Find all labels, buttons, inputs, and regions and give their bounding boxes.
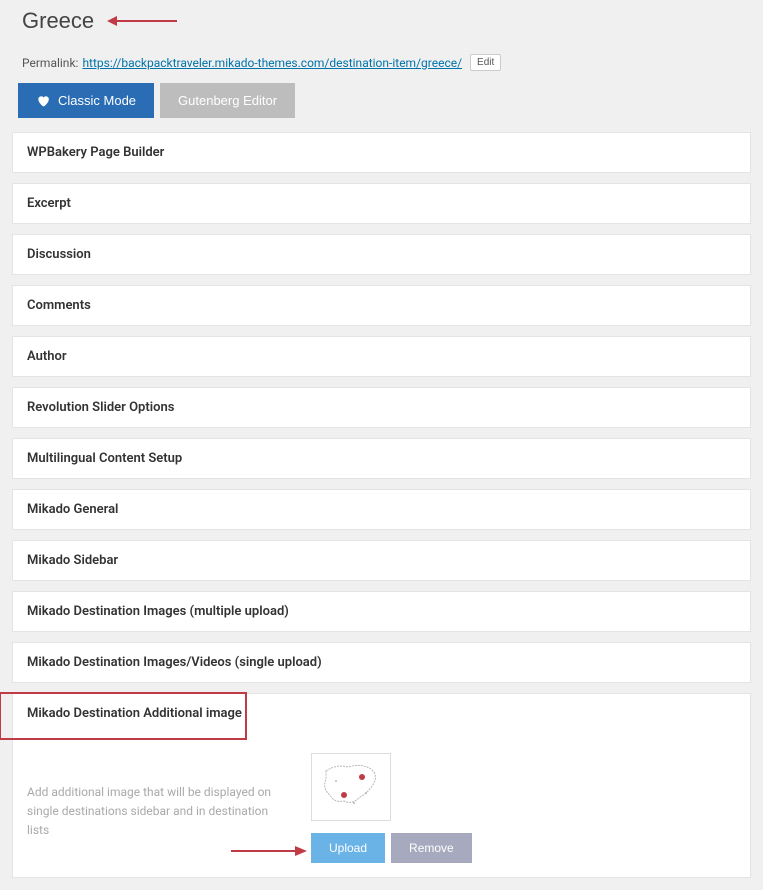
- panel-author[interactable]: Author: [12, 336, 751, 377]
- panel-mikado-sidebar[interactable]: Mikado Sidebar: [12, 540, 751, 581]
- panel-header: Discussion: [13, 235, 750, 274]
- panel-destination-images-multi[interactable]: Mikado Destination Images (multiple uplo…: [12, 591, 751, 632]
- permalink-row: Permalink: https://backpacktraveler.mika…: [12, 50, 751, 83]
- panel-discussion[interactable]: Discussion: [12, 234, 751, 275]
- panel-header: Revolution Slider Options: [13, 388, 750, 427]
- post-title-input[interactable]: [12, 0, 212, 42]
- panel-header: Mikado Sidebar: [13, 541, 750, 580]
- gutenberg-mode-button[interactable]: Gutenberg Editor: [160, 83, 295, 118]
- panel-destination-images-single[interactable]: Mikado Destination Images/Videos (single…: [12, 642, 751, 683]
- panel-revslider[interactable]: Revolution Slider Options: [12, 387, 751, 428]
- editor-mode-toggle: Classic Mode Gutenberg Editor: [18, 83, 751, 118]
- panel-header: Mikado General: [13, 490, 750, 529]
- annotation-arrow-upload: [231, 843, 307, 862]
- gutenberg-mode-label: Gutenberg Editor: [178, 93, 277, 108]
- map-icon: [316, 759, 386, 815]
- panel-mikado-general[interactable]: Mikado General: [12, 489, 751, 530]
- panel-header: WPBakery Page Builder: [13, 133, 750, 172]
- remove-button[interactable]: Remove: [391, 833, 472, 863]
- panel-excerpt[interactable]: Excerpt: [12, 183, 751, 224]
- panel-header: Comments: [13, 286, 750, 325]
- permalink-label: Permalink:: [22, 56, 78, 70]
- panel-wpbakery[interactable]: WPBakery Page Builder: [12, 132, 751, 173]
- classic-mode-button[interactable]: Classic Mode: [18, 83, 154, 118]
- panel-header: Mikado Destination Images (multiple uplo…: [13, 592, 750, 631]
- panel-additional-image: Mikado Destination Additional image Add …: [12, 693, 751, 878]
- upload-button[interactable]: Upload: [311, 833, 385, 863]
- heart-icon: [36, 94, 50, 108]
- panel-header: Excerpt: [13, 184, 750, 223]
- help-text: Add additional image that will be displa…: [27, 753, 287, 841]
- panel-multilingual[interactable]: Multilingual Content Setup: [12, 438, 751, 479]
- permalink-link[interactable]: https://backpacktraveler.mikado-themes.c…: [82, 56, 462, 70]
- panel-header: Mikado Destination Images/Videos (single…: [13, 643, 750, 682]
- panel-header: Author: [13, 337, 750, 376]
- image-thumbnail[interactable]: [311, 753, 391, 821]
- title-row: [12, 0, 751, 42]
- classic-mode-label: Classic Mode: [58, 93, 136, 108]
- panel-header: Multilingual Content Setup: [13, 439, 750, 478]
- panel-comments[interactable]: Comments: [12, 285, 751, 326]
- edit-permalink-button[interactable]: Edit: [470, 54, 501, 71]
- metabox-panels: WPBakery Page Builder Excerpt Discussion…: [12, 132, 751, 878]
- panel-header: Mikado Destination Additional image: [13, 694, 750, 733]
